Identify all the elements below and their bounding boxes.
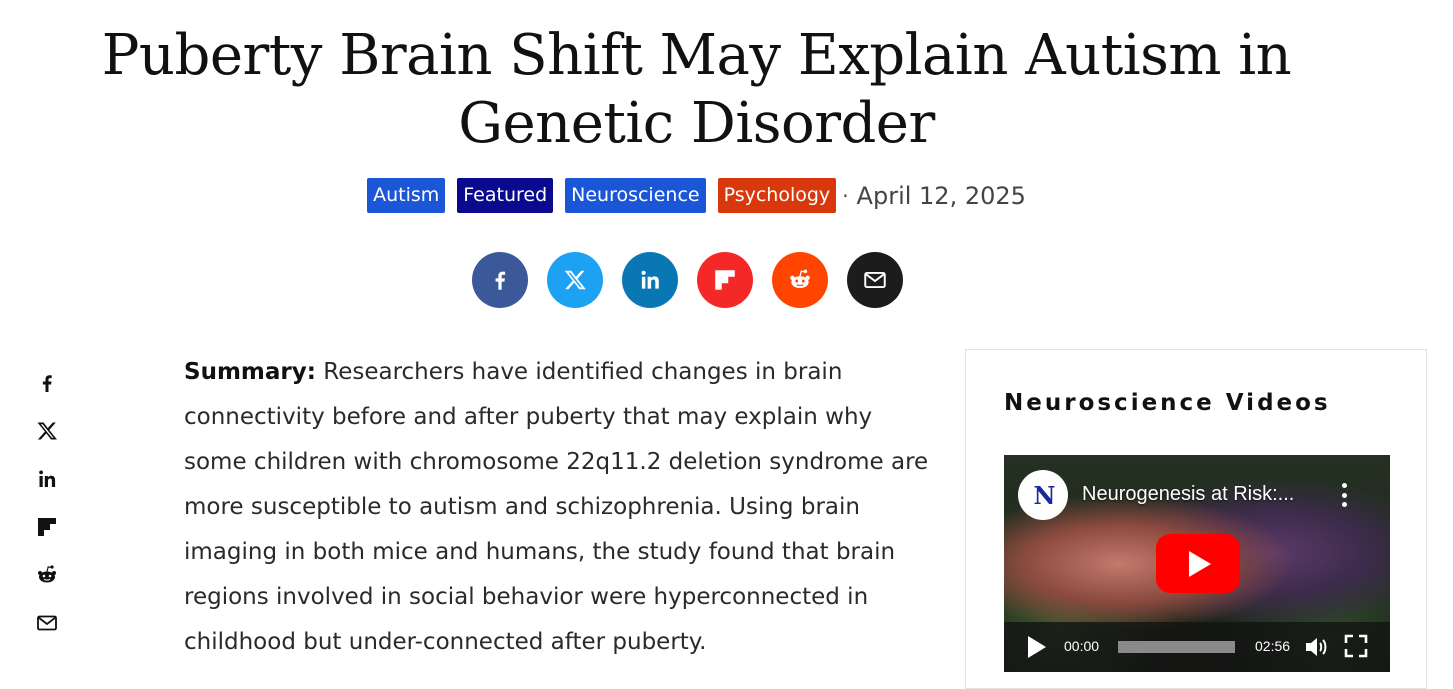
share-flipboard-button[interactable]	[697, 252, 753, 308]
play-icon[interactable]	[1028, 636, 1046, 658]
publish-date: April 12, 2025	[856, 181, 1026, 210]
summary-label: Summary:	[184, 359, 316, 385]
progress-track[interactable]	[1118, 641, 1235, 653]
summary-text: Researchers have identified changes in b…	[184, 359, 929, 655]
article-summary: Summary: Researchers have identified cha…	[184, 350, 934, 665]
article-title: Puberty Brain Shift May Explain Autism i…	[101, 23, 1292, 156]
flipboard-icon	[715, 270, 735, 290]
share-buttons-row	[472, 252, 922, 308]
side-share-email[interactable]	[34, 610, 60, 636]
video-player[interactable]: N Neurogenesis at Risk:... 00:00 02:56	[1004, 455, 1390, 672]
tag-psychology[interactable]: Psychology	[717, 178, 837, 213]
side-share-facebook[interactable]	[34, 370, 60, 396]
floating-share-bar	[34, 370, 60, 658]
widget-title: Neuroscience Videos	[1004, 390, 1331, 416]
facebook-icon	[42, 375, 52, 392]
current-time: 00:00	[1064, 638, 1100, 654]
video-controls: 00:00 02:56	[1004, 622, 1390, 672]
tag-featured[interactable]: Featured	[457, 178, 554, 213]
email-icon	[37, 615, 57, 631]
flipboard-icon	[38, 518, 56, 536]
facebook-icon	[495, 271, 506, 290]
youtube-play-button[interactable]	[1156, 534, 1240, 593]
video-title[interactable]: Neurogenesis at Risk:...	[1082, 483, 1294, 506]
side-share-x[interactable]	[34, 418, 60, 444]
channel-logo-text: N	[1033, 480, 1056, 510]
side-share-linkedin[interactable]	[34, 466, 60, 492]
linkedin-icon	[39, 470, 56, 487]
share-email-button[interactable]	[847, 252, 903, 308]
share-linkedin-button[interactable]	[622, 252, 678, 308]
meta-separator: ·	[842, 183, 849, 208]
article-meta: Autism Featured Neuroscience Psychology …	[0, 178, 1393, 213]
x-icon	[564, 270, 586, 290]
tag-neuroscience[interactable]: Neuroscience	[565, 178, 706, 213]
x-icon	[37, 422, 57, 440]
share-x-button[interactable]	[547, 252, 603, 308]
reddit-icon	[790, 269, 810, 289]
volume-icon[interactable]	[1304, 635, 1330, 659]
email-icon	[864, 271, 886, 289]
channel-logo[interactable]: N	[1018, 470, 1068, 520]
fullscreen-icon[interactable]	[1344, 634, 1368, 658]
tag-autism[interactable]: Autism	[367, 178, 446, 213]
share-facebook-button[interactable]	[472, 252, 528, 308]
reddit-icon	[38, 565, 56, 583]
share-reddit-button[interactable]	[772, 252, 828, 308]
linkedin-icon	[641, 270, 659, 289]
more-options-icon[interactable]	[1340, 483, 1348, 507]
duration: 02:56	[1255, 638, 1291, 654]
side-share-flipboard[interactable]	[34, 514, 60, 540]
side-share-reddit[interactable]	[34, 562, 60, 588]
